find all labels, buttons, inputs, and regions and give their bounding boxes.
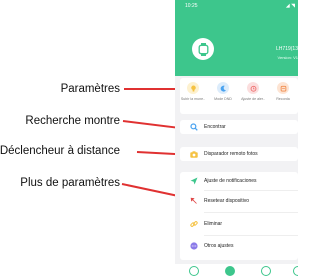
quick-action-label: Recorda — [276, 97, 290, 101]
more-settings-card: Ajuste de notificaciones Resetear dispos… — [180, 172, 298, 260]
menu-item-label: Encontrar — [204, 124, 226, 130]
divider — [204, 212, 298, 213]
callout-line-more-settings — [121, 183, 181, 198]
status-time: 10:25 — [185, 3, 198, 9]
camera-icon — [189, 150, 198, 159]
paper-plane-icon — [189, 177, 198, 186]
device-nav-icon[interactable] — [261, 266, 271, 276]
profile-nav-icon[interactable] — [293, 266, 298, 276]
menu-item-delete[interactable]: Eliminar — [180, 217, 298, 231]
menu-item-notifications[interactable]: Ajuste de notificaciones — [180, 174, 298, 188]
phone-screen: 10:25 ◢ ◥ LH719(13 Version: V1 Subir la … — [175, 0, 298, 279]
menu-item-remote-camera[interactable]: Disparador remoto fotos — [180, 147, 298, 161]
quick-action-alerts[interactable]: Ajuste de aler.. — [240, 82, 266, 101]
quick-action-label: Subir la mune.. — [180, 97, 206, 101]
quick-actions-card: Subir la mune.. Mode DND Ajuste de aler.… — [180, 78, 298, 114]
alarm-icon — [247, 82, 259, 94]
quick-action-label: Mode DND — [214, 97, 232, 101]
divider — [204, 190, 298, 191]
quick-action-bright[interactable]: Subir la mune.. — [180, 82, 206, 101]
menu-item-other-settings[interactable]: Otros ajustes — [180, 239, 298, 253]
menu-item-label: Ajuste de notificaciones — [204, 178, 257, 184]
device-header: 10:25 ◢ ◥ LH719(13 Version: V1 — [175, 0, 298, 76]
reminder-icon — [277, 82, 289, 94]
more-dots-icon — [189, 242, 198, 251]
sport-nav-icon[interactable] — [225, 266, 235, 276]
quick-action-reminder[interactable]: Recorda — [270, 82, 296, 101]
device-name: LH719(13 — [276, 46, 298, 52]
menu-item-label: Otros ajustes — [204, 243, 234, 249]
find-watch-card: Encontrar — [180, 120, 298, 134]
link-icon — [189, 220, 198, 229]
moon-icon — [217, 82, 229, 94]
bottom-nav — [175, 264, 298, 279]
callout-label-remote-shutter: Déclencheur à distance — [0, 145, 120, 157]
callout-label-more-settings: Plus de paramètres — [20, 177, 120, 189]
status-icons: ◢ ◥ — [285, 3, 295, 9]
device-version: Version: V1 — [277, 55, 298, 60]
callout-line-settings — [124, 88, 182, 90]
quick-action-dnd[interactable]: Mode DND — [210, 82, 236, 101]
menu-item-label: Eliminar — [204, 221, 223, 227]
bulb-icon — [187, 82, 199, 94]
reset-arrow-icon — [189, 197, 198, 206]
search-icon — [189, 123, 198, 132]
quick-action-label: Ajuste de aler.. — [241, 97, 265, 101]
remote-camera-card: Disparador remoto fotos — [180, 147, 298, 161]
menu-item-label: Resetear dispositivo — [204, 198, 250, 204]
callout-label-find-watch: Recherche montre — [25, 115, 120, 127]
callout-line-find-watch — [122, 120, 182, 130]
home-nav-icon[interactable] — [189, 266, 199, 276]
callout-label-settings: Paramètres — [60, 83, 120, 95]
watch-icon — [192, 38, 214, 60]
menu-item-reset-device[interactable]: Resetear dispositivo — [180, 194, 298, 208]
divider — [204, 235, 298, 236]
menu-item-label: Disparador remoto fotos — [204, 151, 258, 157]
menu-item-find-watch[interactable]: Encontrar — [180, 120, 298, 134]
